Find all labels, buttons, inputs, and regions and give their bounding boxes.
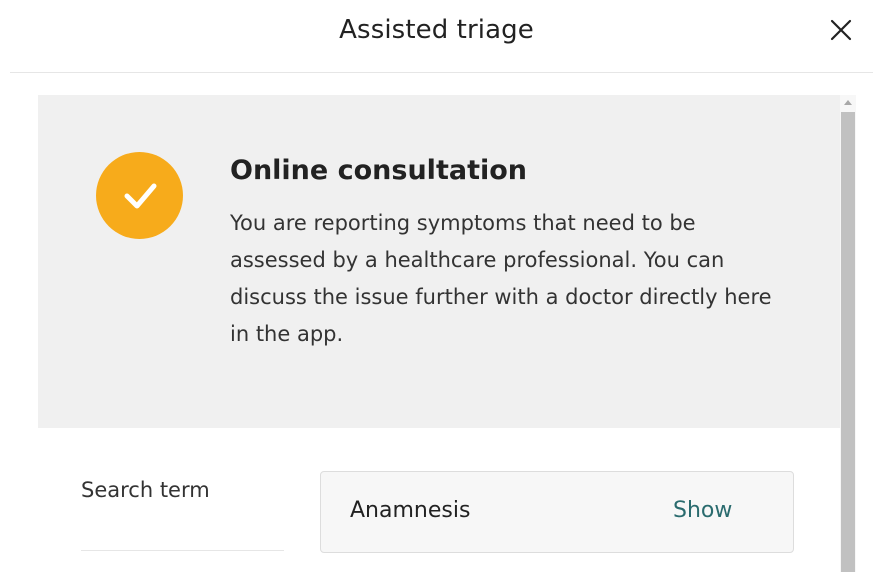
dialog-title: Assisted triage (339, 15, 534, 45)
checkmark-icon (124, 183, 156, 208)
search-term-divider (81, 550, 284, 551)
close-button[interactable] (823, 12, 859, 48)
show-anamnesis-link[interactable]: Show (673, 496, 732, 526)
anamnesis-card: Anamnesis Show (320, 471, 794, 553)
triage-result-banner: Online consultation You are reporting sy… (38, 95, 840, 428)
banner-description: You are reporting symptoms that need to … (230, 211, 772, 346)
checkmark-circle-icon (96, 152, 183, 239)
dialog-header: Assisted triage (0, 0, 873, 72)
header-divider (10, 72, 873, 73)
anamnesis-label: Anamnesis (350, 498, 471, 523)
scrollbar-thumb[interactable] (841, 112, 855, 572)
dialog-content: Online consultation You are reporting sy… (38, 95, 840, 572)
scroll-up-arrow-icon[interactable] (844, 100, 852, 105)
assisted-triage-dialog: Assisted triage Online consultation You … (0, 0, 873, 572)
close-icon (830, 19, 852, 41)
banner-title: Online consultation (230, 155, 527, 186)
vertical-scrollbar[interactable] (840, 95, 856, 572)
search-term-label: Search term (81, 478, 210, 502)
